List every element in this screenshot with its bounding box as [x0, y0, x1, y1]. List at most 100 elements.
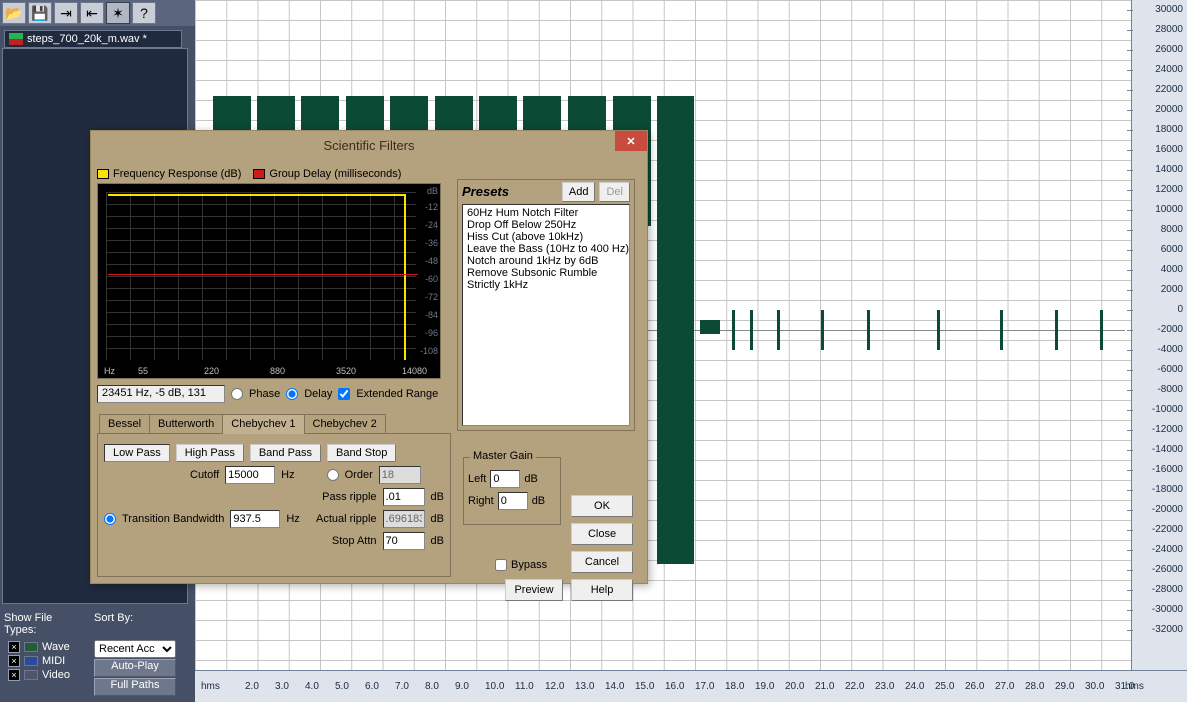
file-tab[interactable]: steps_700_20k_m.wav *: [4, 30, 182, 48]
transition-bandwidth-radio[interactable]: [104, 513, 116, 525]
toolbar-options-icon[interactable]: ✶: [106, 2, 130, 24]
y-tick: -22000: [1133, 524, 1183, 535]
x-tick: 27.0: [995, 681, 1014, 692]
autoplay-button[interactable]: Auto-Play: [94, 659, 176, 677]
x-tick: 2.0: [245, 681, 259, 692]
y-tick: -24000: [1133, 544, 1183, 555]
toolbar-open-icon[interactable]: 📂: [2, 2, 26, 24]
preset-item[interactable]: 60Hz Hum Notch Filter: [465, 207, 627, 219]
checkbox-icon[interactable]: ×: [8, 641, 20, 653]
y-tick: 22000: [1133, 84, 1183, 95]
high-pass-button[interactable]: High Pass: [176, 444, 244, 462]
filetype-midi[interactable]: ×MIDI: [4, 654, 86, 668]
waveform-spike: [732, 310, 735, 350]
sort-by-select[interactable]: Recent Acc: [94, 640, 176, 658]
extended-range-checkbox[interactable]: [338, 388, 350, 400]
x-tick: 15.0: [635, 681, 654, 692]
band-stop-button[interactable]: Band Stop: [327, 444, 396, 462]
graph-y-tick: -36: [425, 238, 438, 248]
preset-item[interactable]: Drop Off Below 250Hz: [465, 219, 627, 231]
band-pass-button[interactable]: Band Pass: [250, 444, 321, 462]
waveform-spike: [1100, 310, 1103, 350]
x-tick: 17.0: [695, 681, 714, 692]
preset-add-button[interactable]: Add: [562, 182, 596, 202]
y-tick: -8000: [1133, 384, 1183, 395]
preview-button[interactable]: Preview: [505, 579, 563, 601]
video-icon: [24, 670, 38, 680]
fullpaths-button[interactable]: Full Paths: [94, 678, 176, 696]
preset-list[interactable]: 60Hz Hum Notch FilterDrop Off Below 250H…: [462, 204, 630, 426]
dialog-titlebar[interactable]: Scientific Filters ✕: [91, 131, 647, 159]
toolbar-export-icon[interactable]: ⇤: [80, 2, 104, 24]
close-icon[interactable]: ✕: [615, 131, 647, 151]
y-tick: -10000: [1133, 404, 1183, 415]
y-tick: 28000: [1133, 24, 1183, 35]
y-tick: -30000: [1133, 604, 1183, 615]
stop-attn-input[interactable]: [383, 532, 425, 550]
graph-y-tick: -108: [420, 346, 438, 356]
y-tick: 26000: [1133, 44, 1183, 55]
y-tick: 30000: [1133, 4, 1183, 15]
pass-ripple-input[interactable]: [383, 488, 425, 506]
freq-response-swatch-icon: [97, 169, 109, 179]
filetype-video[interactable]: ×Video: [4, 668, 86, 682]
delay-radio[interactable]: [286, 388, 298, 400]
close-button[interactable]: Close: [571, 523, 633, 545]
x-tick: 14.0: [605, 681, 624, 692]
x-tick: 19.0: [755, 681, 774, 692]
x-unit: hms: [1125, 681, 1144, 692]
x-tick: 28.0: [1025, 681, 1044, 692]
preset-del-button[interactable]: Del: [599, 182, 630, 202]
master-right-input[interactable]: [498, 492, 528, 510]
waveform-spike: [867, 310, 870, 350]
x-tick: 12.0: [545, 681, 564, 692]
y-tick: 14000: [1133, 164, 1183, 175]
master-left-input[interactable]: [490, 470, 520, 488]
phase-radio[interactable]: [231, 388, 243, 400]
preset-item[interactable]: Hiss Cut (above 10kHz): [465, 231, 627, 243]
preset-item[interactable]: Strictly 1kHz: [465, 279, 627, 291]
tab-bessel[interactable]: Bessel: [99, 414, 150, 434]
ok-button[interactable]: OK: [571, 495, 633, 517]
tab-butterworth[interactable]: Butterworth: [149, 414, 223, 434]
toolbar-help-icon[interactable]: ?: [132, 2, 156, 24]
cutoff-input[interactable]: [225, 466, 275, 484]
toolbar-import-icon[interactable]: ⇥: [54, 2, 78, 24]
bypass-row: Bypass: [495, 559, 547, 571]
help-button[interactable]: Help: [571, 579, 633, 601]
x-tick: 26.0: [965, 681, 984, 692]
graph-x-tick: 3520: [336, 366, 356, 376]
toolbar-save-icon[interactable]: 💾: [28, 2, 52, 24]
y-tick: 18000: [1133, 124, 1183, 135]
preset-item[interactable]: Remove Subsonic Rumble: [465, 267, 627, 279]
checkbox-icon[interactable]: ×: [8, 669, 20, 681]
waveform-spike: [937, 310, 940, 350]
preset-item[interactable]: Notch around 1kHz by 6dB: [465, 255, 627, 267]
filetype-wave[interactable]: ×Wave: [4, 640, 86, 654]
tab-chebychev-2[interactable]: Chebychev 2: [304, 414, 386, 434]
preset-item[interactable]: Leave the Bass (10Hz to 400 Hz): [465, 243, 627, 255]
y-tick: -6000: [1133, 364, 1183, 375]
waveform-spike: [1000, 310, 1003, 350]
waveform-spike: [821, 310, 824, 350]
sort-by-label: Sort By:: [90, 610, 185, 638]
x-tick: 30.0: [1085, 681, 1104, 692]
x-tick: 25.0: [935, 681, 954, 692]
low-pass-button[interactable]: Low Pass: [104, 444, 170, 462]
order-radio[interactable]: [327, 469, 339, 481]
bypass-checkbox[interactable]: [495, 559, 507, 571]
graph-y-tick: -96: [425, 328, 438, 338]
cancel-button[interactable]: Cancel: [571, 551, 633, 573]
tab-chebychev-1[interactable]: Chebychev 1: [222, 414, 304, 434]
y-tick: -32000: [1133, 624, 1183, 635]
y-tick: 6000: [1133, 244, 1183, 255]
graph-x-tick: 220: [204, 366, 219, 376]
response-graph[interactable]: dB Hz -12-24-36-48-60-72-84-96-108552208…: [97, 183, 441, 379]
transition-bandwidth-input[interactable]: [230, 510, 280, 528]
checkbox-icon[interactable]: ×: [8, 655, 20, 667]
y-tick: 16000: [1133, 144, 1183, 155]
graph-y-tick: -72: [425, 292, 438, 302]
x-tick: 23.0: [875, 681, 894, 692]
y-tick: -12000: [1133, 424, 1183, 435]
show-file-types-label: Show File Types:: [0, 610, 90, 638]
